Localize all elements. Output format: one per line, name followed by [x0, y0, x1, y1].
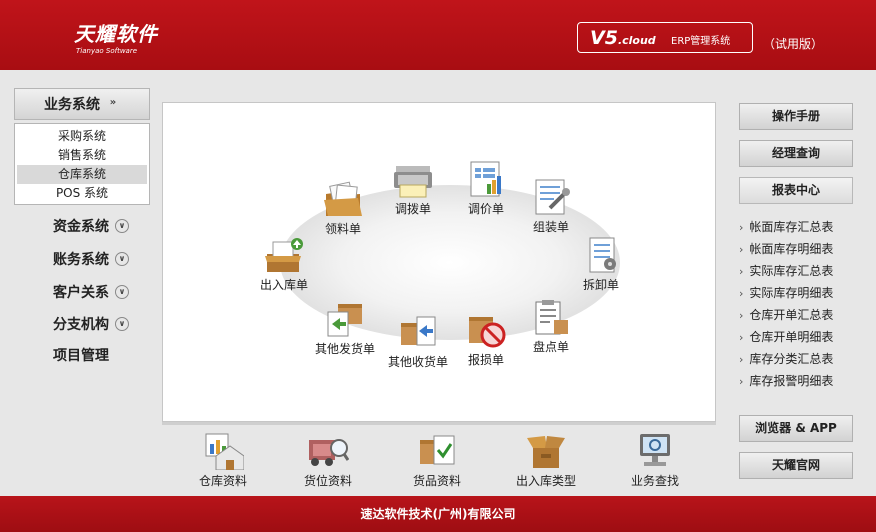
flow-node-disassembly[interactable]: 拆卸单 [561, 236, 641, 293]
sidebar-item-label: 账务系统 [53, 252, 109, 268]
version-name: V5.cloud [590, 27, 656, 49]
box-check-icon [420, 435, 455, 465]
report-item[interactable]: › 库存分类汇总表 [739, 350, 833, 367]
business-system-label: 业务系统 [44, 97, 100, 113]
printer-icon [394, 166, 432, 198]
box-document-out-icon [327, 304, 362, 337]
erp-label: ERP管理系统 [671, 36, 731, 47]
report-item[interactable]: › 实际库存明细表 [739, 284, 833, 301]
flow-node-label: 组装单 [532, 220, 569, 234]
browser-app-button[interactable]: 浏览器 & APP [739, 415, 853, 442]
sidebar-item-label: 分支机构 [53, 317, 109, 333]
flow-node-assembly[interactable]: 组装单 [511, 178, 591, 235]
flow-node-inout-stock[interactable]: 出入库单 [244, 236, 324, 293]
bottom-nav-label: 仓库资料 [198, 474, 247, 488]
official-site-button[interactable]: 天耀官网 [739, 452, 853, 479]
bottom-nav-business-search[interactable]: 业务查找 [615, 432, 695, 489]
folder-documents-icon [324, 181, 362, 216]
chevron-down-icon: ∨ [115, 285, 129, 299]
submenu-item-warehouse[interactable]: 仓库系统 [17, 165, 147, 184]
clipboard-box-icon [535, 300, 568, 335]
flow-node-transfer[interactable]: 调拨单 [373, 160, 453, 217]
chevron-right-icon: › [739, 243, 744, 256]
chevron-right-icon: › [739, 353, 744, 366]
flow-node-label: 其他发货单 [314, 342, 375, 356]
chevron-down-icon: ∨ [115, 317, 129, 331]
bottom-nav-label: 业务查找 [630, 474, 679, 488]
version-box: V5.cloud ERP管理系统 [577, 22, 753, 53]
flow-node-other-shipment[interactable]: 其他发货单 [305, 300, 385, 357]
manual-button[interactable]: 操作手册 [739, 103, 853, 130]
open-box-icon [527, 436, 565, 468]
chevron-right-icon: › [739, 309, 744, 322]
chevron-right-icon: › [739, 221, 744, 234]
flow-node-material-requisition[interactable]: 领料单 [303, 180, 383, 237]
report-item[interactable]: › 帐面库存汇总表 [739, 218, 833, 235]
bottom-shelf [162, 422, 716, 425]
logo-sub-text: Tianyao Software [76, 47, 138, 55]
flow-node-label: 出入库单 [259, 278, 308, 292]
flow-node-label: 领料单 [324, 222, 361, 236]
sidebar-item-projects[interactable]: 项目管理 [53, 345, 109, 365]
sidebar-item-crm[interactable]: 客户关系 ∨ [53, 282, 129, 302]
bottom-nav-label: 出入库类型 [515, 474, 576, 488]
report-item[interactable]: › 帐面库存明细表 [739, 240, 833, 257]
spreadsheet-chart-icon [470, 161, 501, 197]
flow-node-label: 拆卸单 [582, 278, 619, 292]
document-wrench-icon [535, 179, 570, 215]
truck-search-icon [309, 439, 349, 466]
footer-bar: 速达软件技术(广州)有限公司 [0, 496, 876, 532]
logo: 天耀软件 Tianyao Software [74, 18, 158, 55]
box-upload-icon [265, 238, 303, 272]
submenu-item-purchase[interactable]: 采购系统 [17, 127, 147, 146]
box-document-in-icon [401, 316, 436, 346]
sidebar-item-accounting[interactable]: 账务系统 ∨ [53, 249, 129, 269]
chevron-double-down-icon: » [109, 97, 117, 108]
flow-node-stocktake[interactable]: 盘点单 [511, 298, 591, 355]
box-prohibited-icon [469, 317, 506, 348]
business-submenu: 采购系统 销售系统 仓库系统 POS 系统 [14, 123, 150, 205]
flow-node-label: 盘点单 [532, 340, 569, 354]
flow-node-label: 调拨单 [394, 202, 431, 216]
sidebar-item-branches[interactable]: 分支机构 ∨ [53, 314, 129, 334]
chevron-right-icon: › [739, 287, 744, 300]
logo-main-text: 天耀软件 [74, 22, 158, 46]
report-item[interactable]: › 仓库开单明细表 [739, 328, 833, 345]
submenu-item-sales[interactable]: 销售系统 [17, 146, 147, 165]
bottom-nav-inout-type[interactable]: 出入库类型 [506, 432, 586, 489]
submenu-item-pos[interactable]: POS 系统 [17, 184, 147, 203]
bottom-nav-label: 货品资料 [412, 474, 461, 488]
report-item[interactable]: › 仓库开单汇总表 [739, 306, 833, 323]
bottom-nav-product-info[interactable]: 货品资料 [397, 432, 477, 489]
chevron-right-icon: › [739, 375, 744, 388]
monitor-search-icon [640, 434, 670, 466]
company-name: 速达软件技术(广州)有限公司 [360, 507, 516, 521]
bottom-nav-location-info[interactable]: 货位资料 [288, 432, 368, 489]
sidebar-item-label: 项目管理 [53, 348, 109, 364]
header-bar: 天耀软件 Tianyao Software V5.cloud ERP管理系统 （… [0, 0, 876, 70]
chevron-right-icon: › [739, 331, 744, 344]
chevron-right-icon: › [739, 265, 744, 278]
chevron-down-icon: ∨ [115, 219, 129, 233]
warehouse-chart-icon [205, 433, 244, 470]
report-center-title: 报表中心 [739, 177, 853, 204]
sidebar-item-funds[interactable]: 资金系统 ∨ [53, 216, 129, 236]
sidebar-item-label: 资金系统 [53, 219, 109, 235]
bottom-nav-label: 货位资料 [303, 474, 352, 488]
report-item[interactable]: › 实际库存汇总表 [739, 262, 833, 279]
manager-query-button[interactable]: 经理查询 [739, 140, 853, 167]
bottom-nav-warehouse-info[interactable]: 仓库资料 [183, 432, 263, 489]
business-system-button[interactable]: 业务系统 » [14, 88, 150, 120]
report-item[interactable]: › 库存报警明细表 [739, 372, 833, 389]
sidebar-item-label: 客户关系 [53, 285, 109, 301]
document-tools-icon [589, 237, 616, 273]
trial-label: （试用版） [763, 37, 824, 51]
chevron-down-icon: ∨ [115, 252, 129, 266]
